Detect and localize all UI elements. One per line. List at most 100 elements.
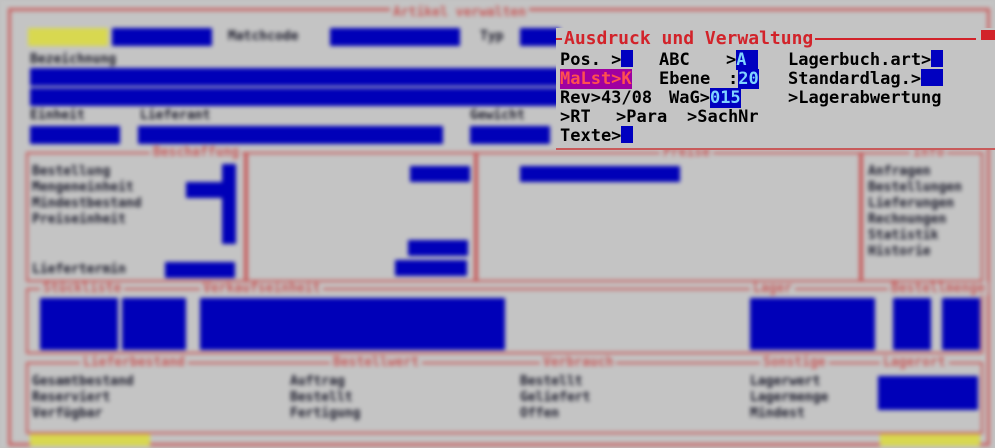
rev-label: Rev>43/08 [560,88,653,108]
bottom-box [26,362,983,434]
list-item: Lagerwert [750,374,821,389]
list-item: Lagermenge [750,390,829,405]
abc-field[interactable]: A [736,50,759,70]
list-item: Bestellungen [868,180,962,195]
verbrauch-label: Verbrauch [540,356,617,369]
abc-label: ABC [659,50,690,70]
sachnr-option[interactable]: >SachNr [687,107,759,127]
einheit-label: Einheit [30,108,85,123]
abc-field-wrap[interactable]: >A [726,50,759,70]
bezeichnung-label: Bezeichnung [30,52,117,67]
list-item: Anfragen [868,164,931,179]
matchcode-label: Matchcode [228,29,299,44]
status-bar-left [30,434,150,446]
table-cell-2[interactable] [122,298,186,350]
bestellmenge-label: Bestellmenge [888,282,988,295]
rt-option[interactable]: >RT [560,107,591,127]
bottom-col-4: Lagerwert Lagermenge Mindest [750,374,828,422]
table-cell-6[interactable] [942,298,980,350]
standardlag-option[interactable]: Standardlag.> [788,69,944,89]
ebene-option[interactable]: Ebene [659,69,710,89]
stueckliste-label: Stückliste [40,282,125,295]
bottom-col-3: Bestellt Geliefert Offen [520,374,590,422]
wag-label: WaG> [669,88,710,108]
list-item: Mengeneinheit [32,180,134,195]
wag-field[interactable]: 015 [709,88,741,108]
nummer-field-label [28,28,108,46]
ebene-label: Ebene [659,69,711,89]
status-bar-right [880,434,980,446]
wag-option[interactable]: WaG>015 [669,88,741,108]
preise-input[interactable] [520,166,680,182]
bottom-col-1: Gesamtbestand Reserviert Verfügbar [32,374,134,422]
popup-title: Ausdruck und Verwaltung [562,28,816,49]
abc-value: A [736,50,747,70]
pos-option[interactable]: Pos. > [560,50,634,70]
lagerbuchart-field[interactable] [931,50,944,67]
list-item: Preiseinheit [32,212,126,227]
beschaffung-label: Beschaffung [150,146,243,159]
list-item: Statistik [868,228,939,243]
lieferant-label: Lieferant [140,108,211,123]
lagerabwertung-option[interactable]: >Lagerabwertung [788,88,942,108]
rt-label: >RT [560,107,591,127]
bezeichnung-input-1[interactable] [30,68,590,86]
list-item: Auftrag [290,374,345,389]
malst-option[interactable]: MaLst>K [560,69,632,89]
list-item: Bestellt [290,390,353,405]
einheit-input[interactable] [30,126,120,144]
bestellwert-label: Bestellwert [330,356,423,369]
lager-label: Lager [750,282,796,295]
pos-field[interactable] [621,50,634,67]
nummer-input[interactable] [112,28,212,46]
table-cell-4[interactable] [750,298,875,350]
bezeichnung-input-2[interactable] [30,88,590,106]
rev-option[interactable]: Rev>43/08 [560,88,652,108]
ebene-sep: : [728,69,739,89]
beschaffung-scroll[interactable] [222,164,236,244]
sachnr-label: >SachNr [687,107,759,127]
beschaffung-list: Bestellung Mengeneinheit Mindestbestand … [32,164,142,228]
texte-option[interactable]: Texte> [560,126,634,146]
standardlag-field[interactable] [921,69,944,86]
verkaufseinheit-label: Verkaufseinheit [200,282,324,295]
list-item: Gesamtbestand [32,374,134,389]
sonstige-label: Sonstige [760,356,829,369]
list-item: Historie [868,244,931,259]
liefertermin-label: Liefertermin [32,262,126,277]
preis-input-2[interactable] [408,240,468,256]
gewicht-label: Gewicht [470,108,525,123]
malst-value[interactable]: K [621,69,632,89]
list-item: Bestellt [520,374,583,389]
list-item: Lieferungen [868,196,955,211]
wag-value: 015 [709,88,741,108]
abc-option[interactable]: ABC [659,50,690,70]
list-item: Offen [520,406,560,421]
table-cell-3[interactable] [200,298,505,350]
popup-corner-marker [981,30,995,40]
popup-title-bar: Ausdruck und Verwaltung [556,28,976,50]
list-item: Bestellung [32,164,111,179]
lagerort-input[interactable] [878,376,978,410]
texte-field[interactable] [621,126,634,143]
para-option[interactable]: >Para [616,107,667,127]
liefertermin-input[interactable] [165,262,235,278]
preis-input-3[interactable] [395,260,467,276]
table-cell-1[interactable] [40,298,118,350]
lagerbuchart-option[interactable]: Lagerbuch.art> [788,50,944,70]
typ-input[interactable] [520,28,560,46]
info-list: Anfragen Bestellungen Lieferungen Rechnu… [868,164,962,260]
ebene-field[interactable]: 20 [738,69,759,89]
gewicht-input[interactable] [470,126,550,144]
ebene-field-wrap[interactable]: :20 [728,69,759,89]
list-item: Verfügbar [32,406,103,421]
list-item: Fertigung [290,406,361,421]
table-cell-5[interactable] [893,298,931,350]
lagerabwertung-label: >Lagerabwertung [788,88,942,108]
preis-input[interactable] [410,166,470,182]
matchcode-input[interactable] [330,28,460,46]
lieferant-input[interactable] [138,126,443,144]
pos-label: Pos. > [560,50,622,70]
texte-label: Texte> [560,126,622,146]
malst-label: MaLst> [560,69,622,89]
